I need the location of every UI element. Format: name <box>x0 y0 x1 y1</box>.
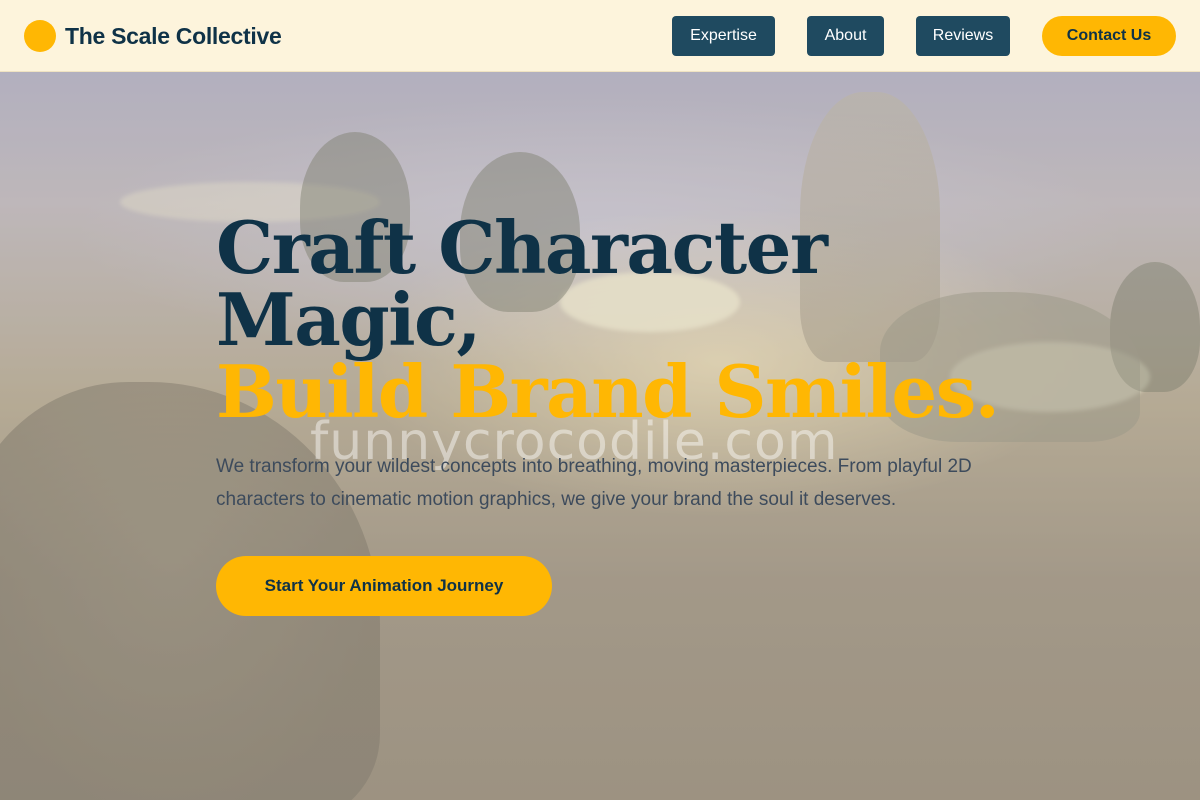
logo-dot-icon <box>24 20 56 52</box>
nav-about-button[interactable]: About <box>807 16 884 56</box>
contact-us-button[interactable]: Contact Us <box>1042 16 1176 56</box>
brand-name: The Scale Collective <box>65 22 282 49</box>
nav-reviews-button[interactable]: Reviews <box>916 16 1010 56</box>
start-animation-journey-button[interactable]: Start Your Animation Journey <box>216 556 552 616</box>
hero-description: We transform your wildest concepts into … <box>216 456 972 510</box>
hero-heading-accent: Build Brand Smiles. <box>216 349 1000 434</box>
hero-section: Craft Character Magic, Build Brand Smile… <box>216 205 1000 616</box>
nav-expertise-button[interactable]: Expertise <box>672 16 775 56</box>
main-nav: Expertise About Reviews <box>672 16 1042 56</box>
brand-logo[interactable]: The Scale Collective <box>24 20 282 52</box>
hero-heading-line-2: Magic, <box>216 277 481 362</box>
site-header: The Scale Collective Expertise About Rev… <box>0 0 1200 72</box>
hero-heading-line-1: Craft Character <box>216 205 828 290</box>
